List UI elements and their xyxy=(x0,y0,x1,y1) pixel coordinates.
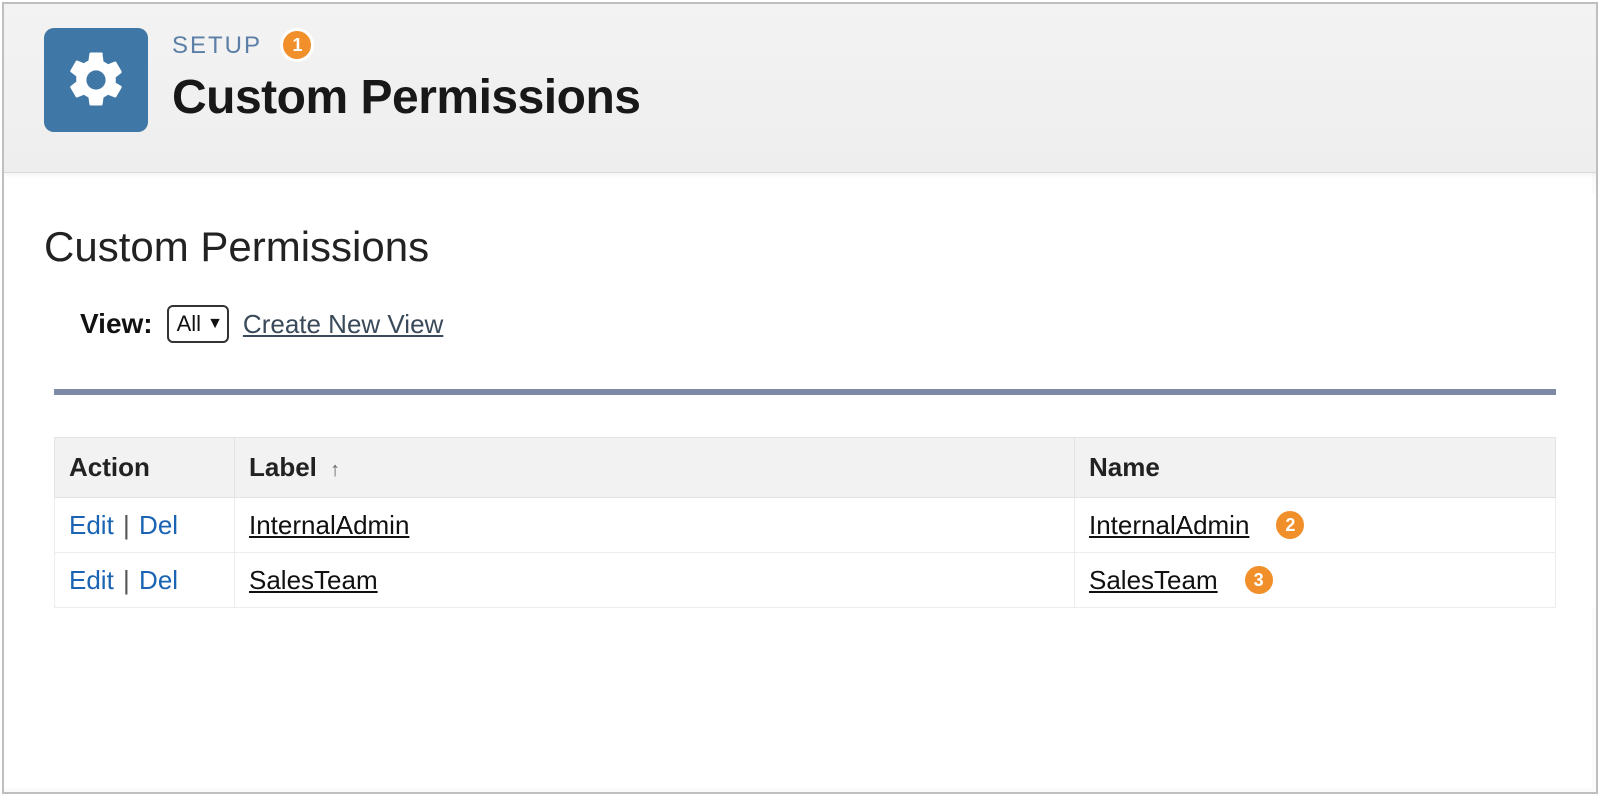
col-action[interactable]: Action xyxy=(55,438,235,498)
delete-link[interactable]: Del xyxy=(139,510,178,540)
callout-badge-2: 2 xyxy=(1273,508,1307,542)
delete-link[interactable]: Del xyxy=(139,565,178,595)
name-link[interactable]: InternalAdmin xyxy=(1089,510,1249,541)
sort-asc-icon: ↑ xyxy=(330,459,340,481)
section-title: Custom Permissions xyxy=(44,223,1556,271)
name-link[interactable]: SalesTeam xyxy=(1089,565,1218,596)
create-new-view-link[interactable]: Create New View xyxy=(243,309,443,340)
edit-link[interactable]: Edit xyxy=(69,565,114,595)
view-select[interactable]: All ▼ xyxy=(167,305,229,343)
view-select-value: All xyxy=(177,311,201,337)
breadcrumb-setup[interactable]: SETUP xyxy=(172,32,262,60)
col-name[interactable]: Name xyxy=(1075,438,1556,498)
setup-header: SETUP 1 Custom Permissions xyxy=(4,4,1596,173)
view-label: View: xyxy=(80,308,153,340)
action-separator: | xyxy=(121,565,132,595)
col-label-text: Label xyxy=(249,452,317,482)
table-row: Edit | Del InternalAdmin InternalAdmin 2 xyxy=(55,498,1556,553)
main-panel: Custom Permissions View: All ▼ Create Ne… xyxy=(4,193,1596,608)
permissions-table: Action Label ↑ Name Edit | Del xyxy=(54,437,1556,608)
col-label[interactable]: Label ↑ xyxy=(235,438,1075,498)
chevron-down-icon: ▼ xyxy=(207,316,223,332)
gear-icon xyxy=(44,28,148,132)
edit-link[interactable]: Edit xyxy=(69,510,114,540)
permissions-table-wrap: Action Label ↑ Name Edit | Del xyxy=(54,389,1556,608)
callout-badge-1: 1 xyxy=(280,28,314,62)
action-separator: | xyxy=(121,510,132,540)
view-filter-row: View: All ▼ Create New View xyxy=(80,305,1556,343)
callout-badge-3: 3 xyxy=(1242,563,1276,597)
page-title: Custom Permissions xyxy=(172,70,640,125)
table-row: Edit | Del SalesTeam SalesTeam 3 xyxy=(55,553,1556,608)
label-link[interactable]: InternalAdmin xyxy=(249,510,409,540)
label-link[interactable]: SalesTeam xyxy=(249,565,378,595)
